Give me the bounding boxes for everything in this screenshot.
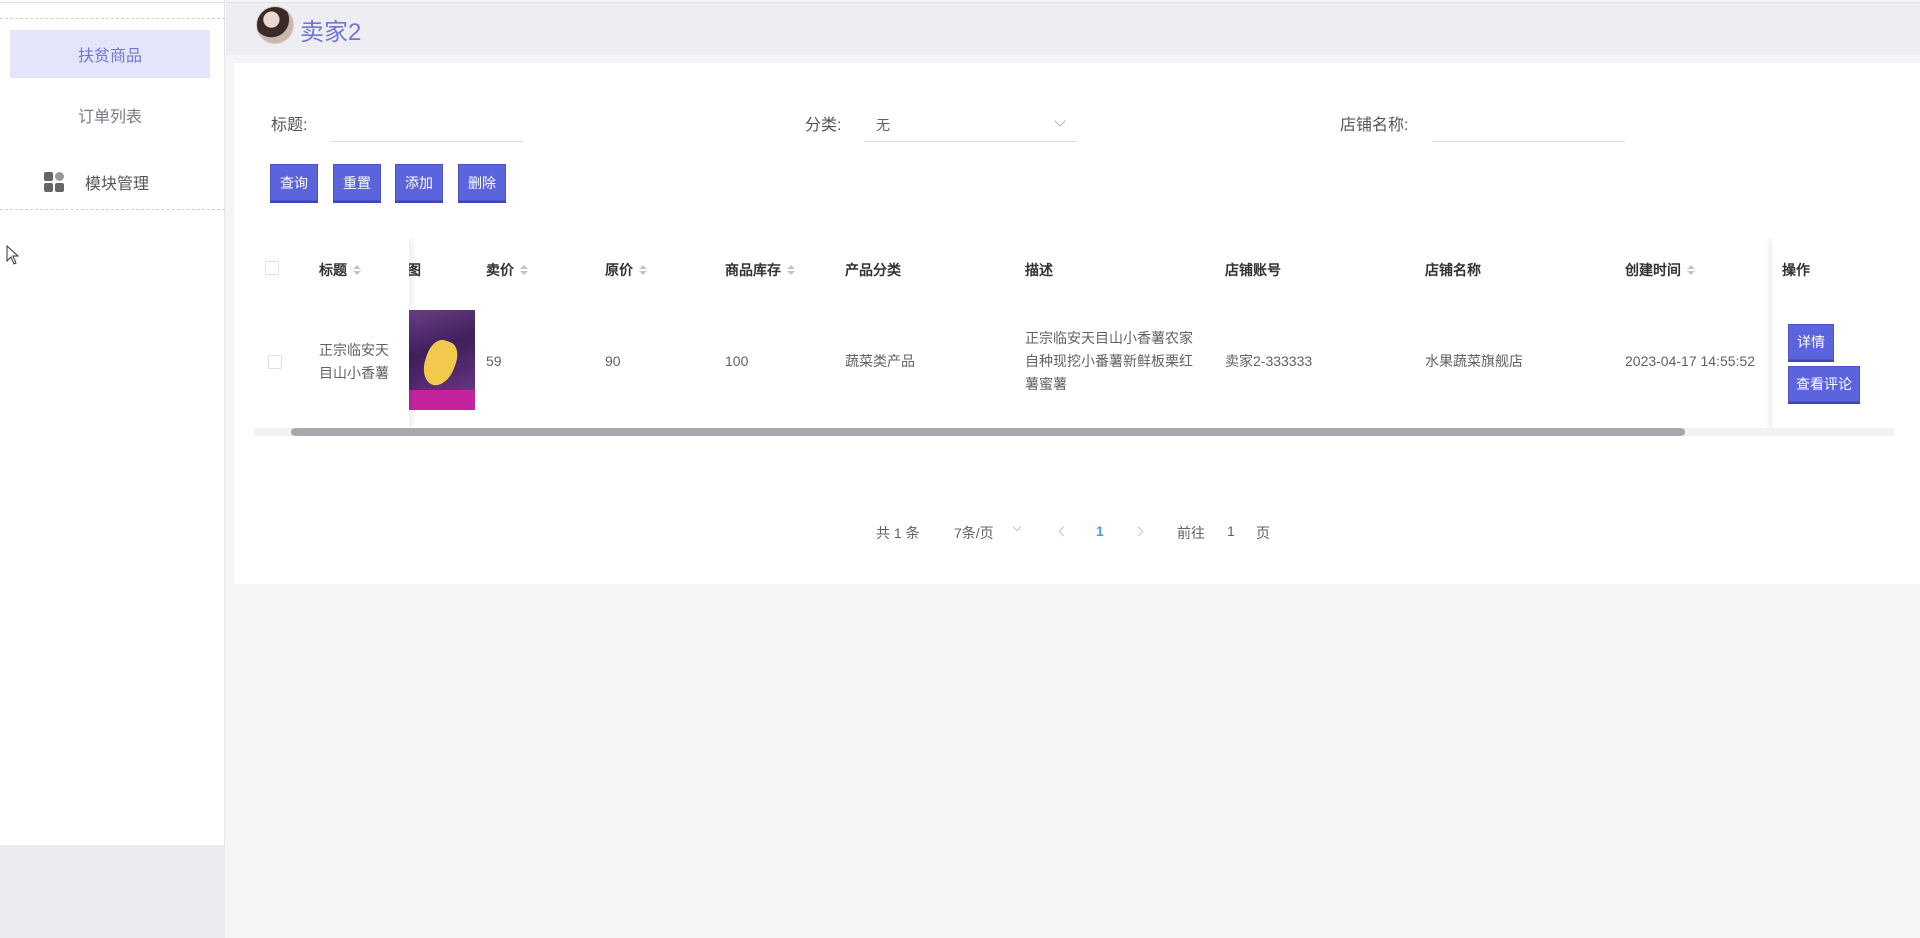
reset-button[interactable]: 重置 [333, 164, 381, 201]
goto-prefix: 前往 [1177, 525, 1205, 541]
shop-name-input[interactable] [1432, 106, 1625, 142]
cell-created-time: 2023-04-17 14:55:52 [1625, 353, 1755, 369]
column-header-image: 图 [407, 262, 421, 278]
divider [0, 18, 225, 19]
shop-name-label: 店铺名称: [1340, 117, 1409, 134]
sort-icon[interactable] [787, 265, 795, 275]
page-size-select[interactable]: 7条/页 [954, 523, 994, 543]
select-all-checkbox[interactable] [265, 261, 279, 275]
category-select[interactable]: 无 [864, 106, 1077, 142]
column-header-category: 产品分类 [845, 262, 901, 278]
products-table: 图 卖价 原价 商品库存 产品分类 描述 店铺账号 店铺名称 创建时间 59 9… [254, 238, 1894, 436]
horizontal-scrollbar[interactable] [291, 428, 1685, 436]
sort-icon[interactable] [1687, 265, 1695, 275]
page-title: 卖家2 [300, 19, 362, 46]
prev-page-icon[interactable] [1058, 526, 1069, 537]
column-header-original-price[interactable]: 原价 [605, 260, 647, 280]
cell-stock: 100 [725, 353, 749, 369]
sidebar-item-label: 订单列表 [77, 109, 142, 126]
next-page-icon[interactable] [1133, 526, 1144, 537]
sidebar-group-label: 模块管理 [85, 176, 150, 193]
column-header-shop-name: 店铺名称 [1425, 262, 1481, 278]
sidebar: 扶贫商品 订单列表 模块管理 [0, 0, 225, 845]
goto-suffix: 页 [1256, 525, 1270, 541]
sidebar-item-label: 扶贫商品 [77, 48, 142, 65]
query-button[interactable]: 查询 [270, 164, 318, 201]
title-label: 标题: [271, 117, 308, 134]
chevron-down-icon [1012, 522, 1022, 532]
column-header-created-time[interactable]: 创建时间 [1625, 260, 1695, 280]
sidebar-group-module-management[interactable]: 模块管理 [44, 170, 149, 194]
cell-description: 正宗临安天目山小香薯农家 自种现挖小番薯新鲜板栗红 薯蜜薯 [1025, 330, 1193, 392]
grid-icon [44, 172, 64, 192]
column-header-shop-account: 店铺账号 [1225, 262, 1281, 278]
sort-icon[interactable] [639, 265, 647, 275]
chevron-down-icon [1054, 115, 1066, 127]
divider [0, 209, 225, 210]
delete-button[interactable]: 删除 [458, 164, 506, 201]
table-fixed-right: 操作 详情 查看评论 [1772, 238, 1894, 428]
pagination-total: 共 1 条 [876, 525, 920, 541]
divider [0, 2, 225, 3]
page-number[interactable]: 1 [1096, 523, 1104, 539]
detail-button[interactable]: 详情 [1788, 324, 1834, 360]
goto-page-input[interactable]: 1 [1227, 523, 1235, 539]
sidebar-item-poverty-products[interactable]: 扶贫商品 [10, 30, 210, 78]
sort-icon[interactable] [520, 265, 528, 275]
category-select-value: 无 [876, 117, 890, 133]
category-label: 分类: [805, 117, 842, 134]
column-header-stock[interactable]: 商品库存 [725, 260, 795, 280]
column-header-actions: 操作 [1782, 262, 1810, 278]
cell-shop-account: 卖家2-333333 [1225, 353, 1313, 369]
cell-category: 蔬菜类产品 [845, 353, 915, 369]
sidebar-item-order-list[interactable]: 订单列表 [10, 91, 210, 139]
cell-original-price: 90 [605, 353, 621, 369]
cell-title: 正宗临安天 目山小香薯 [319, 342, 389, 381]
column-header-title[interactable]: 标题 [319, 260, 361, 280]
sort-icon[interactable] [353, 265, 361, 275]
sidebar-footer [0, 845, 225, 938]
title-input[interactable] [330, 106, 523, 142]
table-fixed-left: 标题 正宗临安天 目山小香薯 [254, 238, 409, 428]
avatar[interactable] [256, 6, 294, 44]
header: 卖家2 [226, 2, 1920, 55]
column-header-description: 描述 [1025, 262, 1053, 278]
add-button[interactable]: 添加 [395, 164, 443, 201]
row-checkbox[interactable] [268, 355, 282, 369]
column-header-price[interactable]: 卖价 [486, 260, 528, 280]
cell-shop-name: 水果蔬菜旗舰店 [1425, 353, 1523, 369]
product-image [409, 310, 475, 410]
cell-price: 59 [486, 353, 502, 369]
view-reviews-button[interactable]: 查看评论 [1788, 366, 1860, 402]
